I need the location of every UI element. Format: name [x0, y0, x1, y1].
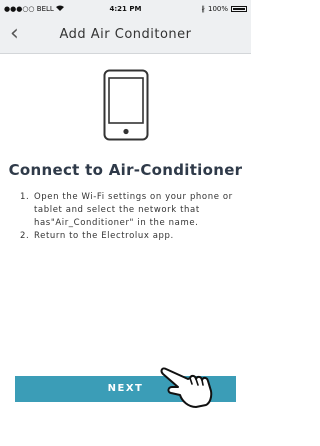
nav-bar: ‹ Add Air Conditoner: [0, 17, 251, 54]
screen: ●●●○○ BELL 4:21 PM ∦ 100% ‹ Add Air Cond…: [0, 0, 251, 446]
battery-icon: [231, 6, 247, 12]
instruction-list: 1. Open the Wi-Fi settings on your phone…: [16, 191, 236, 243]
connect-heading: Connect to Air-Conditioner: [8, 161, 243, 179]
page-title: Add Air Conditoner: [59, 27, 192, 42]
battery-percent: 100%: [207, 5, 228, 13]
step-text: Return to the Electrolux app.: [34, 231, 174, 241]
pointing-hand-icon: [160, 367, 213, 408]
step-text: Open the Wi-Fi settings on your phone or…: [34, 192, 233, 228]
status-right: ∦ 100%: [201, 5, 247, 13]
step-number: 1.: [20, 192, 30, 202]
status-bar: ●●●○○ BELL 4:21 PM ∦ 100%: [0, 0, 251, 17]
bluetooth-icon: ∦: [201, 5, 205, 13]
step-number: 2.: [20, 231, 30, 241]
instruction-step-1: 1. Open the Wi-Fi settings on your phone…: [16, 191, 236, 230]
tablet-icon: [103, 69, 149, 141]
instruction-step-2: 2. Return to the Electrolux app.: [16, 230, 236, 243]
